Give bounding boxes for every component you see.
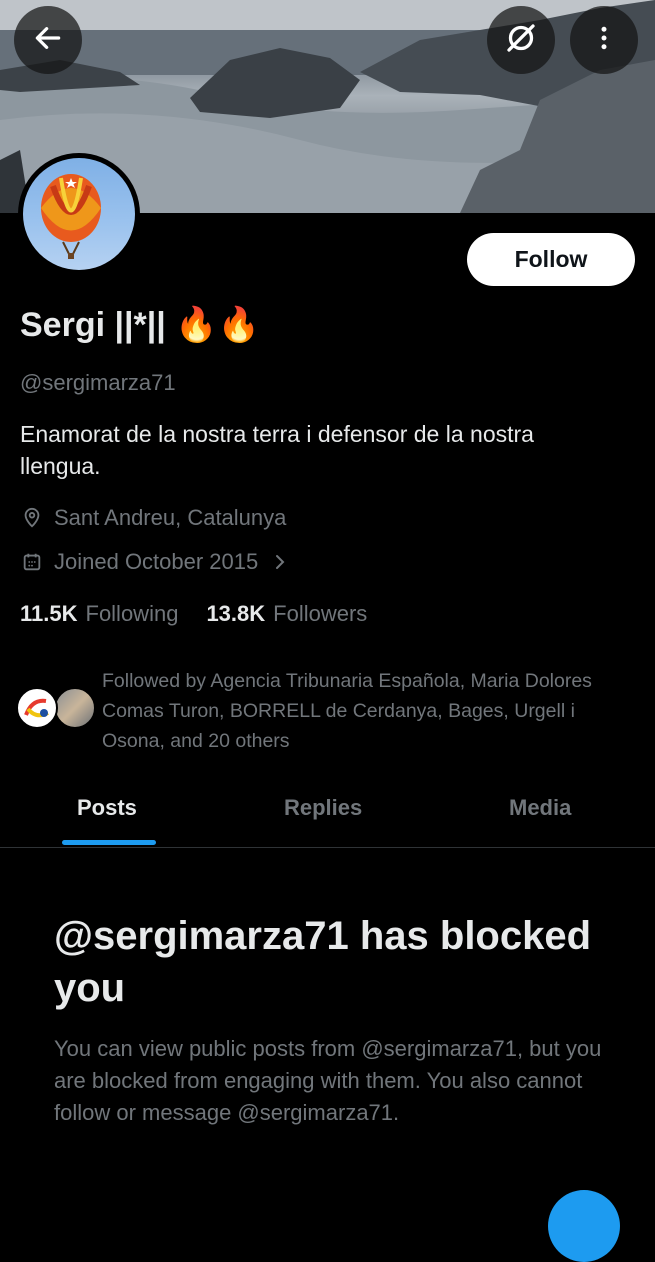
more-vertical-icon xyxy=(589,23,619,58)
followers-label: Followers xyxy=(273,601,368,626)
joined-row[interactable]: Joined October 2015 xyxy=(20,549,288,575)
active-tab-indicator xyxy=(62,840,156,845)
profile-handle: @sergimarza71 xyxy=(20,370,176,395)
more-options-button[interactable] xyxy=(570,6,638,74)
blocked-message: You can view public posts from @sergimar… xyxy=(54,1036,602,1125)
compose-fab[interactable] xyxy=(548,1190,620,1262)
avatar-image xyxy=(23,158,135,270)
follower-avatar xyxy=(54,687,96,729)
follower-avatar xyxy=(16,687,58,729)
tab-media[interactable]: Media xyxy=(509,795,571,821)
chevron-right-icon xyxy=(272,553,288,571)
followers-count: 13.8K xyxy=(206,601,266,626)
avatar[interactable] xyxy=(18,153,140,275)
follow-stats: 11.5K Following 13.8K Followers xyxy=(20,601,395,627)
arrow-left-icon xyxy=(32,22,64,59)
display-name: Sergi ||*|| 🔥🔥 xyxy=(20,306,260,344)
followers-stat[interactable]: 13.8K Followers xyxy=(206,601,367,627)
followed-by-text[interactable]: Followed by Agencia Tribunaria Española,… xyxy=(102,666,642,756)
follow-button[interactable]: Follow xyxy=(467,233,635,286)
followed-by-avatars[interactable] xyxy=(16,687,96,729)
location-row: Sant Andreu, Catalunya xyxy=(20,505,286,531)
tab-replies[interactable]: Replies xyxy=(284,795,362,821)
following-stat[interactable]: 11.5K Following xyxy=(20,601,178,627)
tab-posts[interactable]: Posts xyxy=(77,795,137,821)
joined-text: Joined October 2015 xyxy=(54,549,259,574)
grok-slash-circle-icon xyxy=(503,20,539,61)
following-label: Following xyxy=(85,601,179,626)
location-text: Sant Andreu, Catalunya xyxy=(54,505,287,530)
profile-tabs: Posts Replies Media xyxy=(0,775,655,848)
grok-button[interactable] xyxy=(487,6,555,74)
profile-bio: Enamorat de la nostra terra i defensor d… xyxy=(20,421,534,479)
location-pin-icon xyxy=(20,506,44,530)
following-count: 11.5K xyxy=(20,601,78,626)
back-button[interactable] xyxy=(14,6,82,74)
blocked-title: @sergimarza71 has blocked you xyxy=(54,914,592,1010)
calendar-icon xyxy=(20,550,44,574)
